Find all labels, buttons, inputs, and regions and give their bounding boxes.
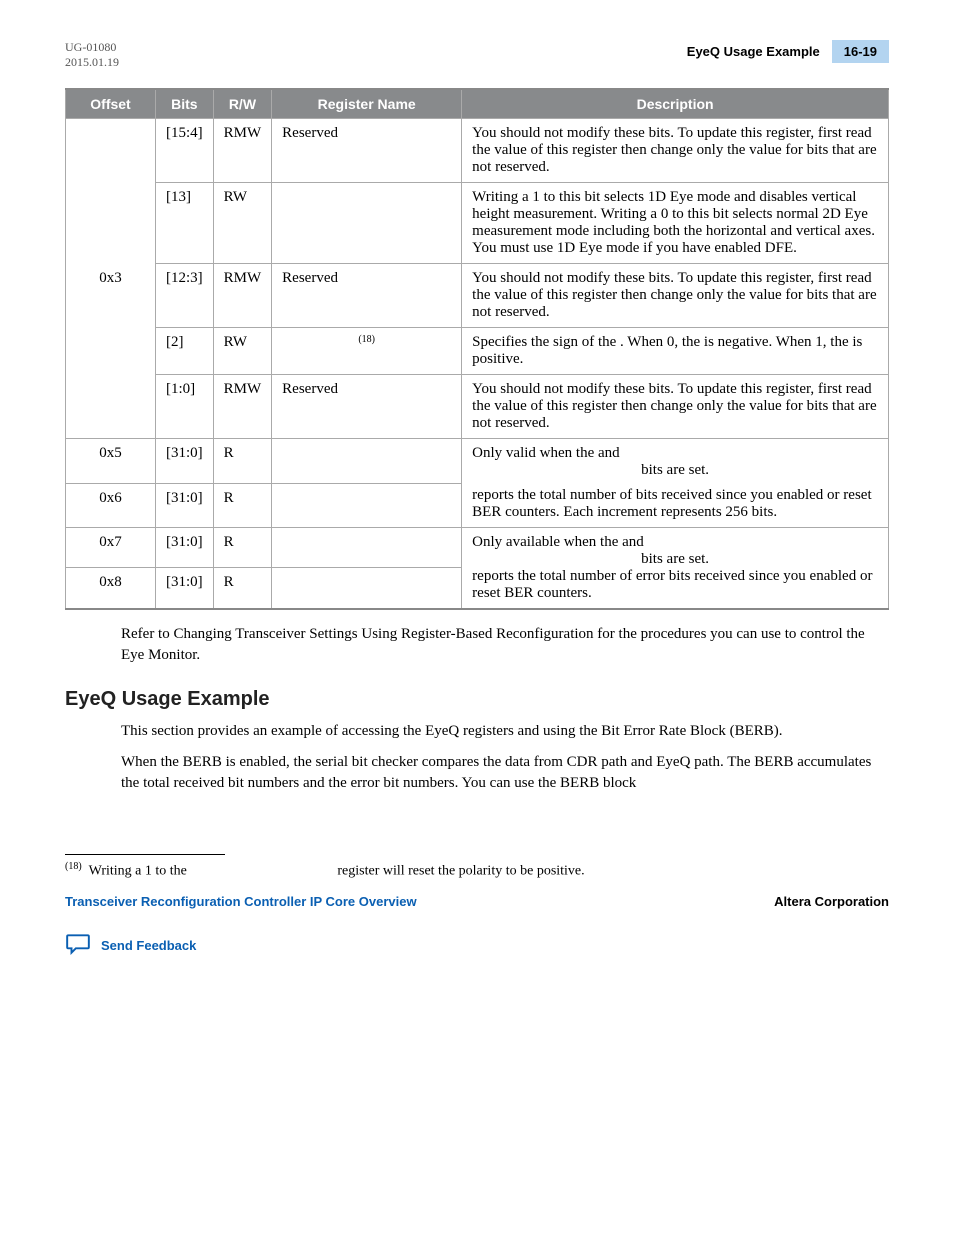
- speech-bubble-icon: [65, 933, 91, 958]
- cell-bits: [31:0]: [156, 483, 214, 528]
- th-bits: Bits: [156, 89, 214, 119]
- desc-line: Only available when the and: [472, 534, 644, 550]
- body-paragraph: When the BERB is enabled, the serial bit…: [121, 752, 889, 794]
- table-row: [1:0] RMW Reserved You should not modify…: [66, 375, 889, 439]
- th-desc: Description: [462, 89, 889, 119]
- th-offset: Offset: [66, 89, 156, 119]
- cell-offset: 0x3: [66, 119, 156, 439]
- cell-rw: R: [213, 439, 272, 484]
- table-row: [12:3] RMW Reserved You should not modif…: [66, 264, 889, 328]
- cell-regname: Reserved: [272, 119, 462, 183]
- cell-offset: 0x7: [66, 528, 156, 568]
- cell-bits: [15:4]: [156, 119, 214, 183]
- doc-date: 2015.01.19: [65, 55, 119, 70]
- cell-rw: R: [213, 568, 272, 609]
- section-heading: EyeQ Usage Example: [65, 688, 889, 711]
- send-feedback-label: Send Feedback: [101, 938, 196, 953]
- footnote: (18) Writing a 1 to the register will re…: [65, 861, 889, 880]
- cell-offset: 0x5: [66, 439, 156, 484]
- cell-desc: Only available when the and bits are set…: [462, 528, 889, 610]
- table-row: 0x3 [15:4] RMW Reserved You should not m…: [66, 119, 889, 183]
- table-row: [2] RW (18) Specifies the sign of the . …: [66, 328, 889, 375]
- header-doc-meta: UG-01080 2015.01.19: [65, 40, 119, 70]
- desc-line: bits are set.: [472, 551, 878, 568]
- cell-rw: RW: [213, 183, 272, 264]
- cell-regname: [272, 528, 462, 568]
- header-page-number: 16-19: [832, 40, 889, 63]
- cell-rw: RMW: [213, 375, 272, 439]
- cell-regname: [272, 183, 462, 264]
- register-table: Offset Bits R/W Register Name Descriptio…: [65, 88, 889, 610]
- table-header-row: Offset Bits R/W Register Name Descriptio…: [66, 89, 889, 119]
- cell-rw: RMW: [213, 119, 272, 183]
- cell-bits: [12:3]: [156, 264, 214, 328]
- doc-id: UG-01080: [65, 40, 119, 55]
- cell-desc: Writing a 1 to this bit selects 1D Eye m…: [462, 183, 889, 264]
- cell-regname: Reserved: [272, 264, 462, 328]
- cell-desc: You should not modify these bits. To upd…: [462, 264, 889, 328]
- cell-offset: 0x6: [66, 483, 156, 528]
- cell-rw: R: [213, 528, 272, 568]
- cell-regname: [272, 439, 462, 484]
- cell-bits: [31:0]: [156, 439, 214, 484]
- cell-regname: Reserved: [272, 375, 462, 439]
- cell-regname: (18): [272, 328, 462, 375]
- body-paragraph: Refer to Changing Transceiver Settings U…: [121, 624, 889, 666]
- cell-rw: RW: [213, 328, 272, 375]
- footer-chapter-link[interactable]: Transceiver Reconfiguration Controller I…: [65, 894, 417, 909]
- table-row: 0x5 [31:0] R Only valid when the and bit…: [66, 439, 889, 484]
- table-row: 0x7 [31:0] R Only available when the and…: [66, 528, 889, 568]
- cell-desc: Only valid when the and bits are set. re…: [462, 439, 889, 528]
- th-regname: Register Name: [272, 89, 462, 119]
- body-paragraph: This section provides an example of acce…: [121, 721, 889, 742]
- page-footer: Transceiver Reconfiguration Controller I…: [65, 894, 889, 909]
- th-rw: R/W: [213, 89, 272, 119]
- cell-bits: [1:0]: [156, 375, 214, 439]
- footer-company: Altera Corporation: [774, 894, 889, 909]
- desc-line: reports the total number of error bits r…: [472, 568, 878, 602]
- footnote-text: register will reset the polarity to be p…: [337, 864, 584, 879]
- desc-line: Only valid when the and: [472, 445, 619, 461]
- cell-offset: 0x8: [66, 568, 156, 609]
- desc-line: reports the total number of bits receive…: [472, 487, 878, 521]
- footnote-text: Writing a 1 to the: [89, 864, 187, 879]
- cell-desc: You should not modify these bits. To upd…: [462, 119, 889, 183]
- cell-bits: [31:0]: [156, 528, 214, 568]
- page-header: UG-01080 2015.01.19 EyeQ Usage Example 1…: [65, 40, 889, 70]
- cell-bits: [2]: [156, 328, 214, 375]
- cell-rw: R: [213, 483, 272, 528]
- cell-regname: [272, 483, 462, 528]
- footnote-rule: [65, 854, 225, 855]
- footnote-marker: (18): [358, 334, 375, 345]
- cell-bits: [13]: [156, 183, 214, 264]
- cell-bits: [31:0]: [156, 568, 214, 609]
- cell-desc: Specifies the sign of the . When 0, the …: [462, 328, 889, 375]
- header-section-title: EyeQ Usage Example: [687, 44, 832, 59]
- cell-rw: RMW: [213, 264, 272, 328]
- footnote-marker: (18): [65, 861, 82, 872]
- cell-regname: [272, 568, 462, 609]
- send-feedback-link[interactable]: Send Feedback: [65, 933, 889, 958]
- desc-line: bits are set.: [472, 462, 878, 479]
- cell-desc: You should not modify these bits. To upd…: [462, 375, 889, 439]
- header-section: EyeQ Usage Example 16-19: [687, 40, 889, 63]
- table-row: [13] RW Writing a 1 to this bit selects …: [66, 183, 889, 264]
